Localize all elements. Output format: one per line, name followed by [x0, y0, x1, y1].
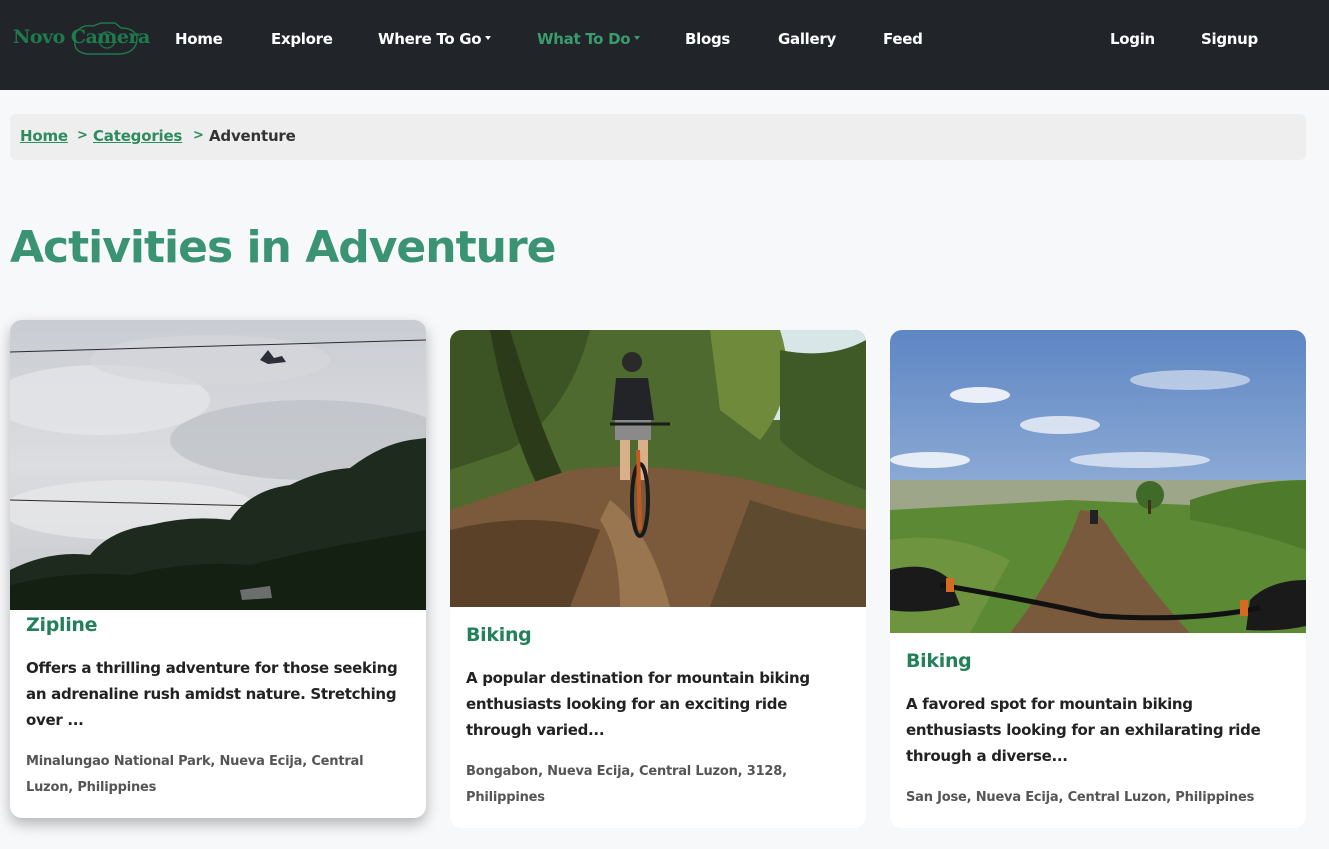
breadcrumb-home[interactable]: Home: [20, 127, 68, 145]
nav-gallery[interactable]: Gallery: [778, 30, 836, 50]
card-location: Minalungao National Park, Nueva Ecija, C…: [26, 754, 364, 795]
card-description: A popular destination for mountain bikin…: [466, 669, 810, 739]
top-navbar: Novo Camera Home Explore Where To Go Wha…: [0, 0, 1329, 90]
brand-logo[interactable]: Novo Camera: [13, 20, 158, 58]
signup-link[interactable]: Signup: [1201, 30, 1258, 50]
chevron-down-icon: [485, 35, 492, 40]
nav-explore[interactable]: Explore: [271, 30, 333, 50]
breadcrumb: Home > Categories > Adventure: [10, 114, 1306, 160]
breadcrumb-current: Adventure: [209, 127, 296, 145]
nav-blogs[interactable]: Blogs: [685, 30, 730, 50]
card-location: Bongabon, Nueva Ecija, Central Luzon, 31…: [466, 764, 787, 805]
card-location: San Jose, Nueva Ecija, Central Luzon, Ph…: [906, 790, 1255, 805]
card-title: Biking: [466, 624, 532, 646]
nav-what-to-do[interactable]: What To Do: [537, 30, 641, 50]
card-title: Biking: [906, 650, 972, 672]
zipline-photo: [10, 320, 426, 610]
card-description: Offers a thrilling adventure for those s…: [26, 659, 398, 729]
page-title: Activities in Adventure: [10, 222, 556, 273]
nav-where-to-go[interactable]: Where To Go: [378, 30, 492, 50]
breadcrumb-separator: >: [193, 128, 204, 143]
brand-name: Novo Camera: [13, 26, 150, 48]
card-description: A favored spot for mountain biking enthu…: [906, 695, 1261, 765]
breadcrumb-categories[interactable]: Categories: [93, 127, 182, 145]
login-link[interactable]: Login: [1110, 30, 1155, 50]
nav-feed[interactable]: Feed: [883, 30, 923, 50]
forest-biking-photo: [450, 330, 866, 607]
breadcrumb-separator: >: [77, 128, 88, 143]
card-title: Zipline: [26, 614, 98, 636]
hill-biking-photo: [890, 330, 1306, 633]
activity-card-zipline[interactable]: Zipline Offers a thrilling adventure for…: [10, 320, 426, 818]
activity-card-forest-biking[interactable]: Biking A popular destination for mountai…: [450, 330, 866, 828]
activity-card-hill-biking[interactable]: Biking A favored spot for mountain bikin…: [890, 330, 1306, 828]
chevron-down-icon: [634, 35, 641, 40]
nav-home[interactable]: Home: [175, 30, 223, 50]
